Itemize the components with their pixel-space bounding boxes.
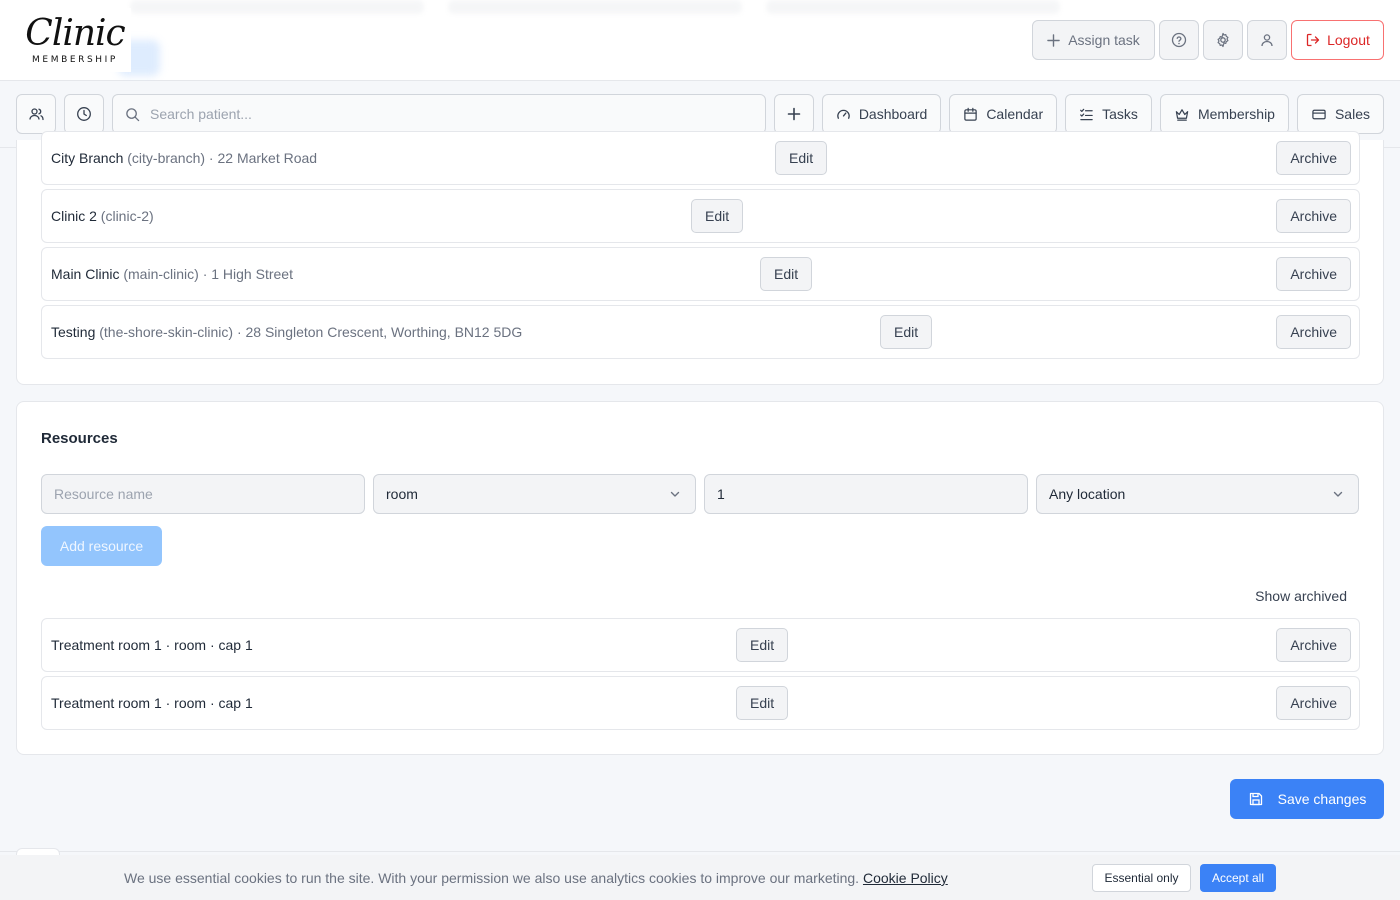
- help-button[interactable]: [1159, 20, 1199, 60]
- search-icon: [125, 107, 140, 122]
- archive-location-button[interactable]: Archive: [1276, 257, 1351, 291]
- sales-nav-button[interactable]: Sales: [1296, 94, 1384, 134]
- resource-capacity-input[interactable]: 1: [704, 474, 1028, 514]
- archive-location-button[interactable]: Archive: [1276, 315, 1351, 349]
- dashboard-label: Dashboard: [858, 106, 928, 122]
- resources-card: Resources Resource name room 1 Any locat…: [16, 401, 1384, 755]
- footer-divider: [0, 851, 1400, 852]
- show-archived-toggle[interactable]: Show archived: [1255, 588, 1347, 604]
- history-button[interactable]: [64, 94, 104, 134]
- cookie-text: We use essential cookies to run the site…: [124, 870, 860, 886]
- location-label: Testing (the-shore-skin-clinic) · 28 Sin…: [51, 324, 523, 340]
- archive-resource-button[interactable]: Archive: [1276, 628, 1351, 662]
- resource-type-select[interactable]: room: [373, 474, 696, 514]
- edit-location-button[interactable]: Edit: [760, 257, 813, 291]
- resource-label: Treatment room 1 · room · cap 1: [51, 637, 253, 653]
- save-icon: [1248, 791, 1264, 807]
- calendar-icon: [963, 107, 978, 122]
- assign-task-label: Assign task: [1068, 32, 1140, 48]
- cookie-banner: We use essential cookies to run the site…: [0, 855, 1400, 900]
- dashboard-nav-button[interactable]: Dashboard: [821, 94, 942, 134]
- resource-name-input[interactable]: Resource name: [41, 474, 365, 514]
- resource-type-value: room: [386, 486, 418, 502]
- logo-subtitle: MEMBERSHIP: [32, 55, 118, 65]
- credit-card-icon: [1311, 107, 1327, 122]
- user-icon: [1259, 32, 1275, 48]
- accept-all-button[interactable]: Accept all: [1200, 864, 1276, 892]
- cookie-policy-link[interactable]: Cookie Policy: [863, 870, 948, 886]
- cookie-message: We use essential cookies to run the site…: [124, 870, 948, 886]
- logout-label: Logout: [1327, 32, 1370, 48]
- location-label: Main Clinic (main-clinic) · 1 High Stree…: [51, 266, 293, 282]
- archive-location-button[interactable]: Archive: [1276, 141, 1351, 175]
- calendar-nav-button[interactable]: Calendar: [949, 94, 1058, 134]
- archive-location-button[interactable]: Archive: [1276, 199, 1351, 233]
- background-ghost-row: [130, 0, 1060, 16]
- add-button[interactable]: [773, 94, 814, 134]
- location-row: Main Clinic (main-clinic) · 1 High Stree…: [41, 247, 1360, 301]
- gear-icon: [1215, 32, 1231, 48]
- plus-icon: [1047, 33, 1060, 47]
- location-label: Clinic 2 (clinic-2): [51, 208, 154, 224]
- tasks-nav-button[interactable]: Tasks: [1065, 94, 1152, 134]
- resource-location-value: Any location: [1049, 486, 1126, 502]
- edit-location-button[interactable]: Edit: [880, 315, 933, 349]
- locations-card: City Branch (city-branch) · 22 Market Ro…: [16, 131, 1384, 385]
- chevron-down-icon: [1332, 488, 1344, 500]
- save-changes-button[interactable]: Save changes: [1230, 779, 1384, 819]
- patient-search[interactable]: [112, 94, 766, 134]
- top-header: Clinic MEMBERSHIP Assign task Logout: [0, 0, 1400, 81]
- location-row: City Branch (city-branch) · 22 Market Ro…: [41, 131, 1360, 185]
- location-label: City Branch (city-branch) · 22 Market Ro…: [51, 150, 318, 166]
- edit-resource-button[interactable]: Edit: [736, 628, 789, 662]
- resources-title: Resources: [41, 430, 118, 447]
- patients-button[interactable]: [16, 94, 56, 134]
- save-changes-label: Save changes: [1277, 791, 1367, 807]
- location-row: Clinic 2 (clinic-2) Edit Archive: [41, 189, 1360, 243]
- help-icon: [1171, 32, 1187, 48]
- essential-only-button[interactable]: Essential only: [1092, 864, 1191, 892]
- add-resource-button[interactable]: Add resource: [41, 526, 162, 566]
- membership-label: Membership: [1197, 106, 1275, 122]
- tasks-label: Tasks: [1102, 106, 1138, 122]
- archive-resource-button[interactable]: Archive: [1276, 686, 1351, 720]
- resource-row: Treatment room 1 · room · cap 1 Edit Arc…: [41, 618, 1360, 672]
- edit-location-button[interactable]: Edit: [775, 141, 828, 175]
- clinic-logo[interactable]: Clinic MEMBERSHIP: [19, 8, 131, 72]
- plus-icon: [787, 107, 801, 121]
- crown-icon: [1174, 107, 1190, 122]
- search-input[interactable]: [150, 106, 753, 122]
- chevron-down-icon: [669, 488, 681, 500]
- clock-icon: [76, 106, 92, 122]
- resource-location-select[interactable]: Any location: [1036, 474, 1359, 514]
- edit-location-button[interactable]: Edit: [691, 199, 744, 233]
- sales-label: Sales: [1334, 106, 1370, 122]
- logout-button[interactable]: Logout: [1291, 20, 1384, 60]
- gauge-icon: [836, 107, 851, 122]
- location-row: Testing (the-shore-skin-clinic) · 28 Sin…: [41, 305, 1360, 359]
- profile-button[interactable]: [1247, 20, 1287, 60]
- logout-icon: [1305, 32, 1321, 48]
- assign-task-button[interactable]: Assign task: [1032, 20, 1155, 60]
- header-actions: Assign task Logout: [1032, 20, 1384, 60]
- calendar-label: Calendar: [986, 106, 1044, 122]
- edit-resource-button[interactable]: Edit: [736, 686, 789, 720]
- task-list-icon: [1079, 107, 1094, 122]
- users-icon: [28, 106, 45, 122]
- logo-script-text: Clinic: [25, 13, 125, 54]
- resource-row: Treatment room 1 · room · cap 1 Edit Arc…: [41, 676, 1360, 730]
- membership-nav-button[interactable]: Membership: [1159, 94, 1289, 134]
- resource-label: Treatment room 1 · room · cap 1: [51, 695, 253, 711]
- settings-button[interactable]: [1203, 20, 1243, 60]
